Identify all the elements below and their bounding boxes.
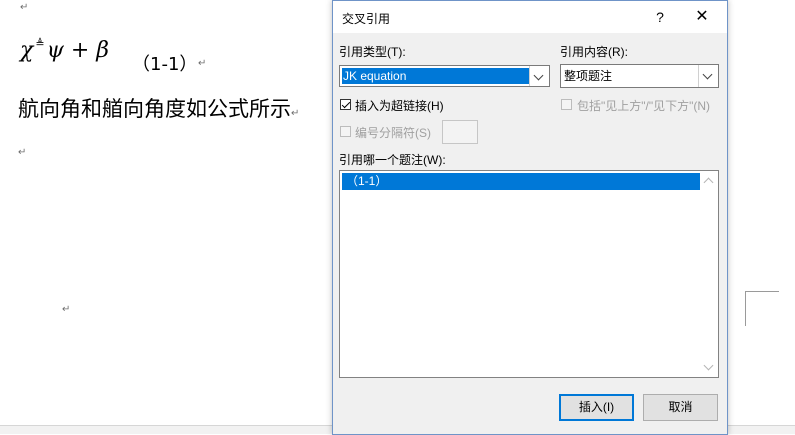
insert-button[interactable]: 插入(I) — [559, 394, 634, 421]
formula-chi: χ — [20, 38, 34, 63]
separate-numbers-label: 编号分隔符(S) — [355, 126, 431, 140]
chevron-down-icon[interactable] — [529, 66, 549, 86]
paragraph-mark: ↵ — [198, 58, 207, 69]
insert-hyperlink-label[interactable]: 插入为超链接(H) — [355, 97, 444, 114]
page-corner-mark — [745, 291, 779, 326]
separate-numbers-checkbox[interactable] — [340, 126, 351, 137]
reference-type-select[interactable]: JK equation — [339, 65, 550, 87]
formula: χ ≜ψ + β — [20, 37, 109, 63]
chevron-up-icon[interactable] — [703, 177, 714, 188]
cancel-button[interactable]: 取消 — [643, 394, 718, 421]
separator-input[interactable] — [442, 120, 478, 144]
body-text: 航向角和艏向角度如公式所示↵ — [18, 97, 300, 121]
paragraph-mark: ↵ — [20, 2, 29, 13]
caption-listbox[interactable]: （1-1） — [339, 170, 719, 378]
formula-plus: + — [70, 38, 90, 63]
formula-beta: β — [96, 38, 109, 63]
paragraph-mark: ↵ — [62, 304, 71, 315]
formula-defsym: ≜ — [35, 37, 45, 50]
equation-number: （1-1） — [132, 54, 198, 75]
include-above-below-label: 包括"见上方"/"见下方"(N) — [577, 99, 711, 113]
help-icon[interactable]: ? — [649, 7, 671, 27]
reference-type-label: 引用类型(T): — [339, 45, 406, 59]
insert-hyperlink-checkbox[interactable] — [340, 99, 351, 110]
paragraph-mark: ↵ — [18, 147, 27, 158]
chevron-down-icon[interactable] — [698, 65, 718, 87]
close-icon[interactable]: ✕ — [691, 7, 713, 27]
cross-reference-dialog: 交叉引用 ? ✕ 引用类型(T): JK equation 引用内容(R): 整… — [332, 0, 728, 435]
dialog-titlebar[interactable]: 交叉引用 ? ✕ — [333, 1, 727, 33]
paragraph-mark: ↵ — [291, 108, 300, 119]
reference-content-value: 整项题注 — [564, 69, 613, 83]
list-item[interactable]: （1-1） — [342, 173, 700, 190]
reference-content-label: 引用内容(R): — [560, 45, 628, 59]
chevron-down-icon[interactable] — [703, 360, 714, 371]
reference-content-select[interactable]: 整项题注 — [560, 64, 719, 88]
vertical-scrollbar[interactable] — [701, 171, 718, 377]
which-caption-label: 引用哪一个题注(W): — [339, 153, 446, 167]
reference-type-value: JK equation — [342, 68, 529, 84]
include-above-below-checkbox[interactable] — [561, 99, 572, 110]
dialog-title: 交叉引用 — [342, 12, 391, 26]
formula-psi: ψ — [46, 38, 64, 63]
